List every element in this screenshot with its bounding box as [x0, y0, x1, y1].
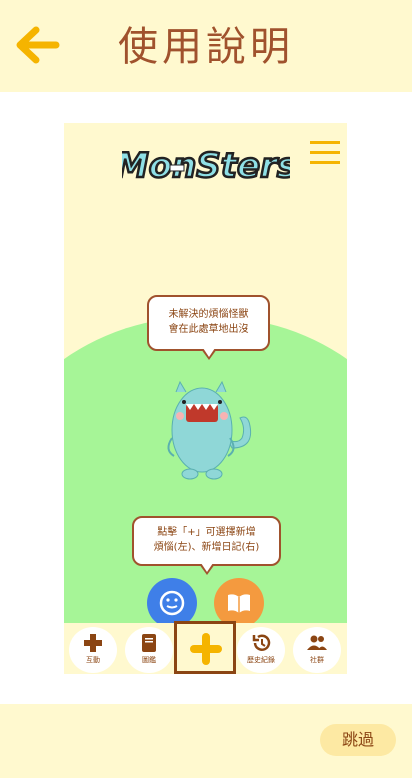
- bubble-line: 煩惱(左)、新增日記(右): [153, 542, 260, 553]
- nav-item-collection[interactable]: 圖鑑: [125, 627, 173, 673]
- nav-label: 社群: [310, 656, 324, 664]
- book-icon: [142, 634, 156, 652]
- monster-illustration: [167, 380, 252, 480]
- gamepad-icon: [84, 634, 102, 652]
- speech-bubble-plus-hint: 點擊「+」可選擇新增 煩惱(左)、新增日記(右): [132, 516, 281, 575]
- bubble-line: 未解決的煩惱怪獸: [168, 309, 249, 320]
- speech-bubble-grass: 未解決的煩惱怪獸 會在此處草地出沒: [147, 295, 270, 360]
- nav-item-community[interactable]: 社群: [293, 627, 341, 673]
- bubble-line: 點擊「+」可選擇新增: [157, 527, 256, 538]
- people-icon: [307, 635, 327, 650]
- tutorial-preview-image: MonSters 未解決的煩惱怪獸 會在此處草地出沒 點擊「+」可選擇新增 煩惱…: [64, 123, 347, 674]
- bubble-line: 會在此處草地出沒: [168, 324, 249, 335]
- nav-label: 歷史紀錄: [247, 656, 275, 664]
- plus-button-highlight: [174, 621, 236, 674]
- nav-item-history[interactable]: 歷史紀錄: [237, 627, 285, 673]
- nav-label: 互動: [86, 656, 100, 664]
- svg-text:MonSters: MonSters: [122, 146, 290, 186]
- header-bar: 使用說明: [0, 0, 412, 92]
- smiley-face-icon: [159, 590, 185, 616]
- nav-label: 圖鑑: [142, 656, 156, 664]
- nav-item-interact[interactable]: 互動: [69, 627, 117, 673]
- monsters-logo: MonSters: [122, 145, 290, 188]
- history-icon: [252, 634, 271, 651]
- open-book-icon: [228, 594, 250, 613]
- skip-button[interactable]: 跳過: [320, 724, 396, 756]
- hamburger-menu-icon[interactable]: [310, 140, 340, 166]
- page-title: 使用說明: [118, 24, 294, 70]
